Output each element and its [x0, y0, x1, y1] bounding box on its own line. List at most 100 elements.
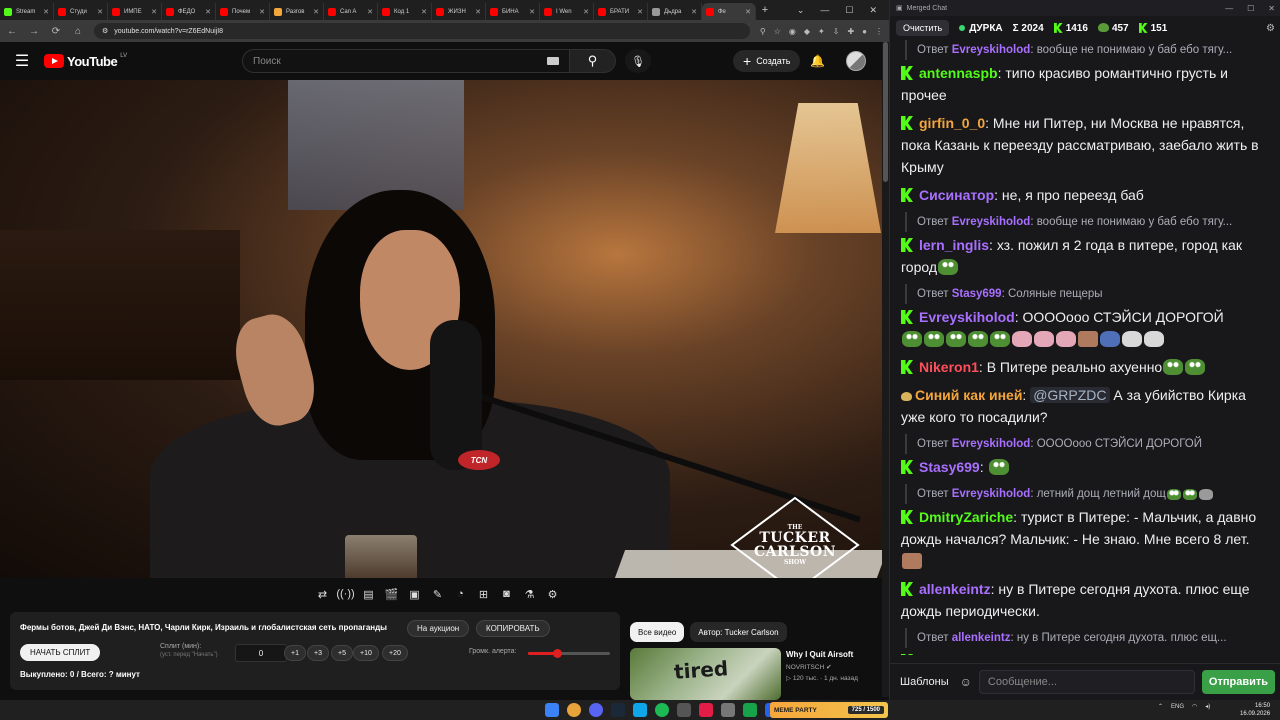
extension-icon[interactable]: ◆: [804, 27, 810, 36]
alert-volume-knob[interactable]: [552, 649, 562, 658]
reply-username[interactable]: Evreyskiholod: [952, 44, 1031, 56]
home-icon[interactable]: ⌂: [72, 26, 84, 37]
download-icon[interactable]: ⇩: [833, 27, 840, 36]
spotify-icon[interactable]: [655, 703, 669, 717]
chat-message[interactable]: Evreyskiholod: ОООOooo СТЭЙСИ ДОРОГОЙ: [901, 306, 1265, 350]
increment-button[interactable]: +1: [284, 645, 306, 661]
chat-message[interactable]: antennaspb: типо красиво романтично грус…: [901, 62, 1265, 106]
avatar[interactable]: [846, 51, 866, 71]
chat-message[interactable]: girfin_0_0: Мне ни Питер, ни Москва не н…: [901, 112, 1265, 178]
new-tab-button[interactable]: +: [756, 4, 774, 16]
clock[interactable]: 16:50 16.09.2026: [1240, 702, 1270, 718]
tab-all-videos[interactable]: Все видео: [630, 622, 685, 642]
browser-tab[interactable]: Stream ✕: [0, 3, 54, 20]
tab-close-icon[interactable]: ✕: [475, 8, 481, 16]
zoom-icon[interactable]: ⚲: [760, 27, 766, 36]
app-icon[interactable]: [699, 703, 713, 717]
clear-chat-button[interactable]: Очистить: [896, 20, 950, 36]
tab-close-icon[interactable]: ✕: [43, 8, 49, 16]
reply-username[interactable]: allenkeintz: [952, 632, 1011, 644]
clip-icon[interactable]: ✎: [429, 586, 446, 603]
chat-username[interactable]: antennaspb: [919, 65, 998, 81]
tab-close-icon[interactable]: ✕: [313, 8, 319, 16]
chat-message-list[interactable]: Ответ Evreyskiholod: вообще не понимаю у…: [890, 40, 1280, 655]
flask-icon[interactable]: ⚗: [521, 586, 538, 603]
auction-button[interactable]: На аукцион: [407, 620, 470, 637]
chat-settings-icon[interactable]: ⚙: [1266, 23, 1275, 34]
reply-username[interactable]: Evreyskiholod: [952, 216, 1031, 228]
tab-author[interactable]: Автор: Tucker Carlson: [690, 622, 787, 642]
chat-close-icon[interactable]: ✕: [1268, 4, 1275, 13]
browser-tab[interactable]: ФЕДО ✕: [162, 3, 216, 20]
recommended-thumbnail[interactable]: tired: [630, 648, 781, 700]
voice-search-button[interactable]: 🎙: [625, 49, 651, 73]
app-icon[interactable]: [721, 703, 735, 717]
tab-close-icon[interactable]: ✕: [151, 8, 157, 16]
chat-username[interactable]: Alencheva: [919, 653, 989, 655]
bookmark-star-icon[interactable]: ☆: [774, 27, 781, 36]
increment-button[interactable]: +5: [331, 645, 353, 661]
meme-party-widget[interactable]: MEME PARTY 725 / 1500: [770, 702, 888, 718]
search-button[interactable]: ⚲: [570, 49, 616, 73]
send-button[interactable]: Отправить: [1201, 670, 1275, 694]
tab-close-icon[interactable]: ✕: [637, 8, 643, 16]
reply-username[interactable]: Evreyskiholod: [952, 488, 1031, 500]
chat-username[interactable]: Синий как иней: [915, 387, 1022, 403]
menu-hamburger-icon[interactable]: ☰: [0, 51, 44, 71]
chat-username[interactable]: Evreyskiholod: [919, 309, 1015, 325]
chat-message[interactable]: Nikeron1: В Питере реально ахуенно: [901, 356, 1265, 378]
clapperboard-icon[interactable]: 🎬: [383, 586, 400, 603]
browser-tab[interactable]: Почем ✕: [216, 3, 270, 20]
chat-message[interactable]: lern_inglis: хз. пожил я 2 года в питере…: [901, 234, 1265, 278]
browser-tab[interactable]: Фе ✕: [702, 3, 756, 20]
chat-message[interactable]: Alencheva: угу: [901, 650, 1265, 655]
page-scrollbar[interactable]: [882, 42, 889, 697]
obs-icon[interactable]: [677, 703, 691, 717]
site-info-icon[interactable]: ⚙: [102, 27, 108, 35]
chat-minimize-icon[interactable]: —: [1225, 4, 1233, 13]
notifications-bell-icon[interactable]: 🔔: [810, 54, 825, 68]
telegram-icon[interactable]: [633, 703, 647, 717]
chat-username[interactable]: Nikeron1: [919, 359, 979, 375]
chat-maximize-icon[interactable]: ☐: [1247, 4, 1254, 13]
recommended-channel[interactable]: NOVRITSCH ✔: [786, 663, 882, 671]
tray-chevron-icon[interactable]: ⌃: [1158, 703, 1163, 710]
message-input[interactable]: Сообщение...: [978, 670, 1195, 694]
tab-close-icon[interactable]: ✕: [259, 8, 265, 16]
reply-username[interactable]: Stasy699: [952, 288, 1002, 300]
browser-tab[interactable]: БРАТИ ✕: [594, 3, 648, 20]
chat-message[interactable]: allenkeintz: ну в Питере сегодня духота.…: [901, 578, 1265, 622]
split-minutes-input[interactable]: 0: [235, 644, 287, 662]
chat-message[interactable]: Stasy699:: [901, 456, 1265, 478]
tab-close-icon[interactable]: ✕: [745, 8, 751, 16]
browser-tab[interactable]: ИМПЕ ✕: [108, 3, 162, 20]
tab-close-icon[interactable]: ✕: [367, 8, 373, 16]
chat-username[interactable]: Сисинатор: [919, 187, 994, 203]
maximize-icon[interactable]: ☐: [845, 5, 853, 16]
screenshot-icon[interactable]: ◙: [498, 586, 515, 603]
chat-username[interactable]: Stasy699: [919, 459, 980, 475]
extensions-puzzle-icon[interactable]: ✚: [847, 27, 854, 36]
volume-icon[interactable]: ◂): [1205, 703, 1210, 710]
audio-icon[interactable]: ((·)): [336, 586, 354, 603]
browser-tab[interactable]: Can A ✕: [324, 3, 378, 20]
reply-username[interactable]: Evreyskiholod: [952, 438, 1031, 450]
tab-close-icon[interactable]: ✕: [421, 8, 427, 16]
chat-message[interactable]: Синий как иней: @GRPZDC А за убийство Ки…: [901, 384, 1265, 428]
add-frame-icon[interactable]: ⊞: [475, 586, 492, 603]
tab-close-icon[interactable]: ✕: [529, 8, 535, 16]
browser-tab[interactable]: I Wen ✕: [540, 3, 594, 20]
keyboard-icon[interactable]: [547, 57, 559, 65]
recommended-title[interactable]: Why I Quit Airsoft: [786, 650, 882, 659]
browser-tab[interactable]: Код 1 ✕: [378, 3, 432, 20]
app-icon[interactable]: [743, 703, 757, 717]
chat-username[interactable]: lern_inglis: [919, 237, 989, 253]
video-player[interactable]: TCN THE TUCKER CARLSON SHOW: [0, 80, 882, 578]
extension-icon[interactable]: ✦: [818, 27, 825, 36]
tab-close-icon[interactable]: ✕: [583, 8, 589, 16]
chat-username[interactable]: girfin_0_0: [919, 115, 985, 131]
reload-icon[interactable]: ⟳: [50, 26, 62, 37]
steam-icon[interactable]: [611, 703, 625, 717]
recommended-video-card[interactable]: tired Why I Quit Airsoft NOVRITSCH ✔ ▷ 1…: [630, 648, 882, 700]
minimize-icon[interactable]: —: [820, 5, 829, 16]
